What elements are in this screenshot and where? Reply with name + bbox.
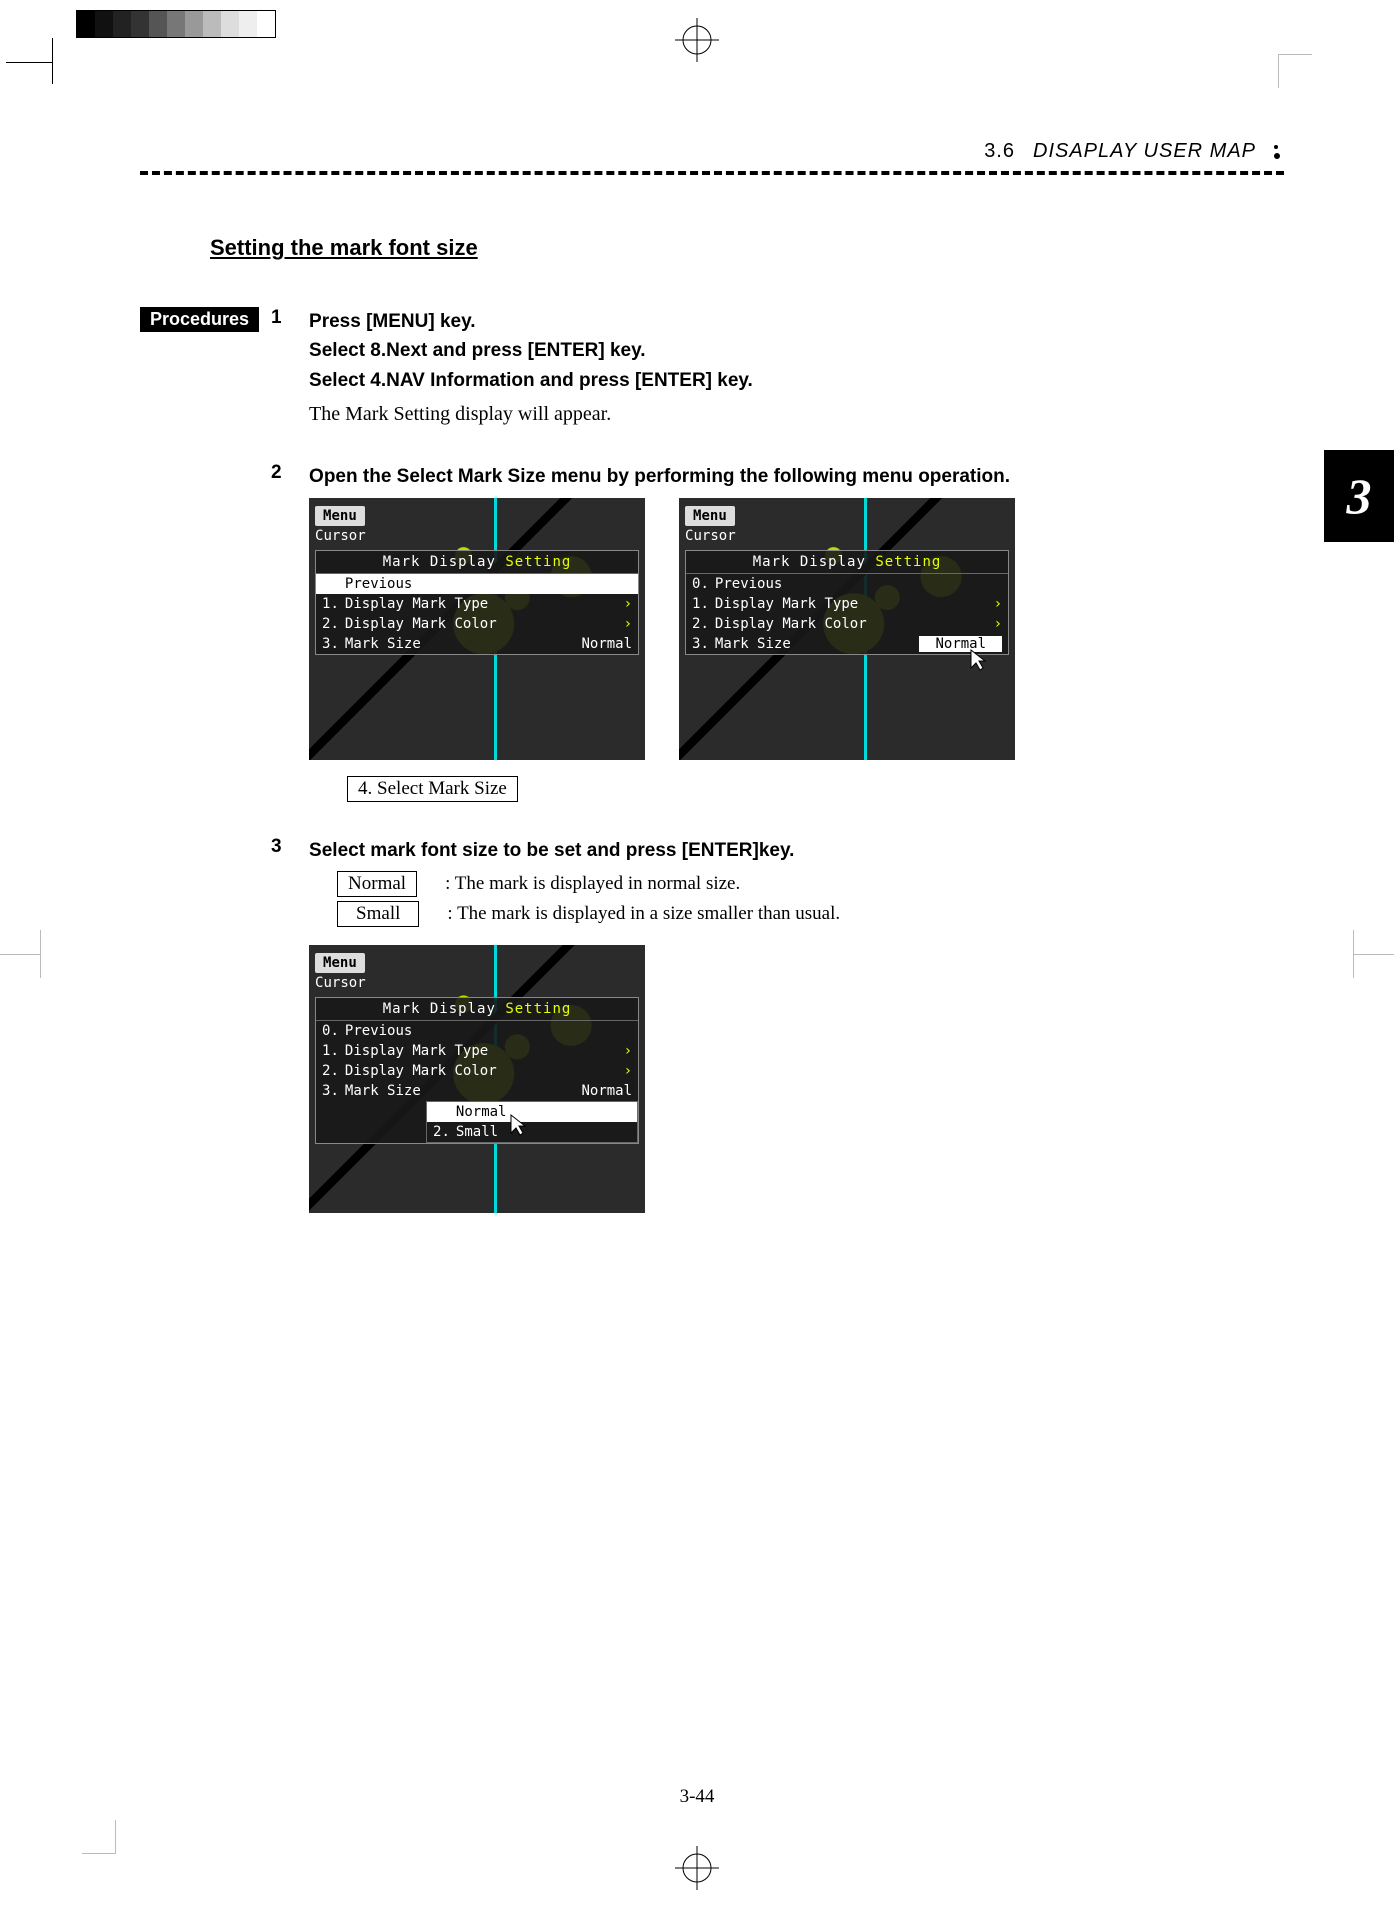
procedures-badge: Procedures [140,307,259,332]
panel-item-mark-color[interactable]: 2.Display Mark Color › [316,1061,638,1081]
panel-item-previous[interactable]: 0.Previous [686,574,1008,594]
inner-crop-tr [1278,54,1314,90]
mark-display-panel: Mark Display Setting 0.Previous 1.Displa… [685,550,1009,655]
screenshot-menu-before: Menu Cursor Mark Display Setting 0.Previ… [309,498,645,760]
mark-size-value: Normal [581,636,632,652]
decorative-dots-icon [1274,145,1280,159]
chevron-right-icon: › [994,616,1002,632]
mark-display-panel: Mark Display Setting 0.Previous 1.Displa… [315,997,639,1144]
mark-size-value-selected: Normal [919,636,1002,652]
menu-button[interactable]: Menu [315,506,365,526]
panel-title-a: Mark Display [383,554,496,570]
step1-line2: Select 8.Next and press [ENTER] key. [309,336,1284,365]
registration-mark-top [675,18,719,62]
step-2: 2 Open the Select Mark Size menu by perf… [271,462,1284,819]
mark-display-panel: Mark Display Setting 0.Previous 1.Displa… [315,550,639,655]
step-number: 1 [271,307,291,446]
step1-note: The Mark Setting display will appear. [309,403,1284,426]
panel-item-mark-size[interactable]: 3.Mark Size Normal [316,1081,638,1101]
page-body: 3.6 DISAPLAY USER MAP 3 Setting the mark… [140,140,1284,1229]
options-table: Normal : The mark is displayed in normal… [337,871,1284,927]
screenshot-menu-after: Menu Cursor Mark Display Setting 0.Previ… [679,498,1015,760]
step1-line1: Press [MENU] key. [309,307,1284,336]
chevron-right-icon: › [624,1063,632,1079]
panel-item-mark-size[interactable]: 3.Mark Size Normal [316,634,638,654]
dropdown-item-normal[interactable]: 1.Normal [427,1102,637,1122]
option-small-box: Small [337,901,419,927]
step-1: 1 Press [MENU] key. Select 8.Next and pr… [271,307,1284,446]
procedure-block: Procedures 1 Press [MENU] key. Select 8.… [140,307,1284,1229]
edge-mark-left [0,930,60,978]
inner-crop-bl [80,1818,116,1854]
step1-line3: Select 4.NAV Information and press [ENTE… [309,366,1284,395]
density-swatch [76,10,276,38]
dropdown-item-small[interactable]: 2.Small [427,1122,637,1142]
cursor-label: Cursor [315,528,366,544]
chapter-tab: 3 [1324,450,1394,542]
chevron-right-icon: › [624,596,632,612]
running-head: 3.6 DISAPLAY USER MAP [140,140,1284,163]
panel-item-mark-type[interactable]: 1.Display Mark Type › [316,1041,638,1061]
cursor-label: Cursor [315,975,366,991]
page-number: 3-44 [680,1786,715,1808]
chevron-right-icon: › [624,616,632,632]
option-normal-desc: : The mark is displayed in normal size. [445,873,740,895]
header-divider [140,171,1284,175]
panel-item-previous[interactable]: 0.Previous [316,1021,638,1041]
step-number: 3 [271,836,291,1213]
subsection-title: Setting the mark font size [210,235,1284,261]
panel-item-mark-color[interactable]: 2.Display Mark Color › [316,614,638,634]
panel-item-mark-type[interactable]: 1.Display Mark Type › [686,594,1008,614]
screenshot-size-dropdown: Menu Cursor Mark Display Setting 0.Previ… [309,945,645,1213]
step-3: 3 Select mark font size to be set and pr… [271,836,1284,1213]
menu-button[interactable]: Menu [685,506,735,526]
panel-item-previous[interactable]: 0.Previous [316,574,638,594]
option-small-desc: : The mark is displayed in a size smalle… [447,903,840,925]
cursor-label: Cursor [685,528,736,544]
panel-item-mark-color[interactable]: 2.Display Mark Color › [686,614,1008,634]
registration-mark-bottom [675,1846,719,1890]
step3-text: Select mark font size to be set and pres… [309,836,1284,865]
panel-item-mark-type[interactable]: 1.Display Mark Type › [316,594,638,614]
section-title: DISAPLAY USER MAP [1033,140,1256,163]
panel-item-mark-size[interactable]: 3.Mark Size Normal [686,634,1008,654]
edge-mark-right [1334,930,1394,978]
chevron-right-icon: › [994,596,1002,612]
option-normal-box: Normal [337,871,417,897]
panel-title-b: Setting [505,554,571,570]
step2-text: Open the Select Mark Size menu by perfor… [309,462,1284,491]
crop-mark-tl [6,38,54,86]
section-number: 3.6 [984,140,1015,163]
chevron-right-icon: › [624,1043,632,1059]
menu-button[interactable]: Menu [315,953,365,973]
inline-step-box: 4. Select Mark Size [347,776,518,802]
step-number: 2 [271,462,291,819]
